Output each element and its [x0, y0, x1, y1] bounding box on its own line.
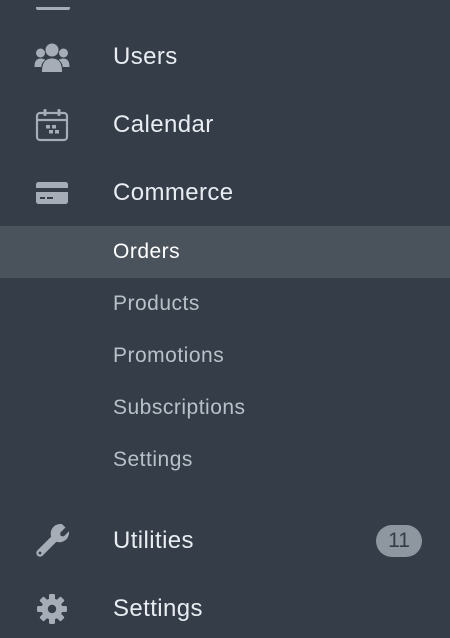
nav-label-settings: Settings — [113, 595, 203, 622]
nav-item-utilities[interactable]: Utilities 11 — [0, 513, 450, 569]
nav-item-calendar[interactable]: Calendar — [0, 97, 450, 153]
subnav-item-promotions[interactable]: Promotions — [0, 330, 450, 382]
nav-label-utilities: Utilities — [113, 527, 194, 554]
cut-off-nav-item[interactable] — [0, 0, 450, 10]
nav-item-users[interactable]: Users — [0, 29, 450, 85]
utilities-count-badge: 11 — [376, 525, 422, 557]
subnav-item-commerce-settings[interactable]: Settings — [0, 434, 450, 486]
subnav-label-subscriptions: Subscriptions — [113, 396, 246, 419]
subnav-item-subscriptions[interactable]: Subscriptions — [0, 382, 450, 434]
cut-off-icon — [36, 1, 70, 10]
subnav-item-orders[interactable]: Orders — [0, 226, 450, 278]
wrench-icon — [34, 523, 70, 559]
subnav-label-products: Products — [113, 292, 200, 315]
nav-item-commerce[interactable]: Commerce — [0, 165, 450, 221]
subnav-label-orders: Orders — [113, 240, 181, 263]
sidebar: Users Calendar Commerce Orders Products … — [0, 0, 450, 638]
nav-item-settings[interactable]: Settings — [0, 581, 450, 637]
nav-label-calendar: Calendar — [113, 111, 214, 138]
credit-card-icon — [34, 175, 70, 211]
subnav-item-products[interactable]: Products — [0, 278, 450, 330]
users-icon — [34, 39, 70, 75]
nav-label-commerce: Commerce — [113, 179, 234, 206]
gear-icon — [34, 591, 70, 627]
subnav-label-promotions: Promotions — [113, 344, 225, 367]
subnav-label-commerce-settings: Settings — [113, 448, 193, 471]
calendar-icon — [34, 107, 70, 143]
nav-label-users: Users — [113, 43, 178, 70]
